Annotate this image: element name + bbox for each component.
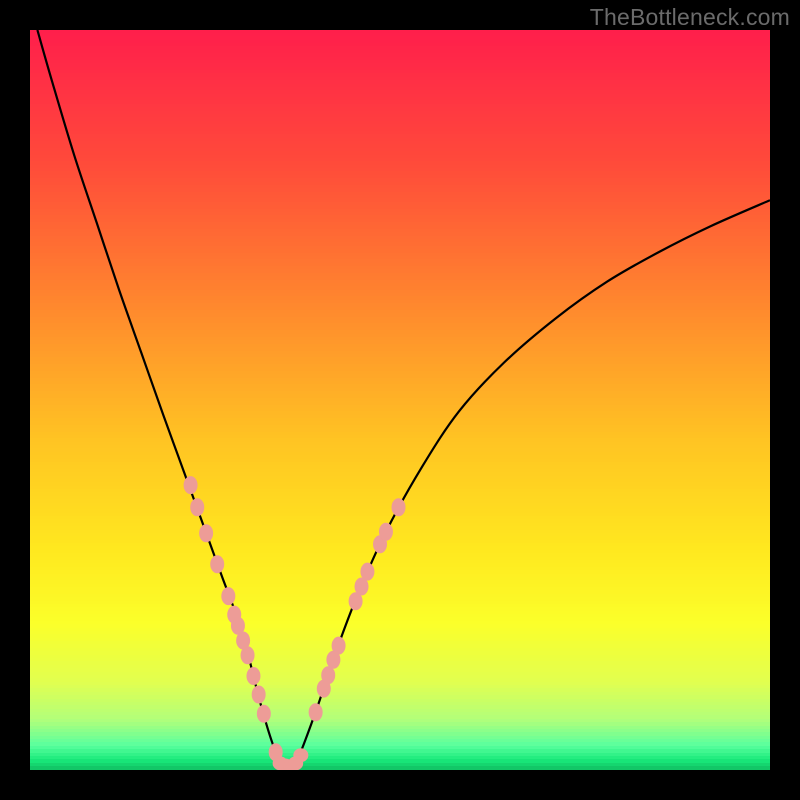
data-marker bbox=[293, 748, 308, 762]
data-marker bbox=[392, 498, 406, 516]
data-marker bbox=[332, 637, 346, 655]
watermark-text: TheBottleneck.com bbox=[590, 4, 790, 31]
data-marker bbox=[241, 646, 255, 664]
data-marker bbox=[360, 563, 374, 581]
data-marker bbox=[221, 587, 235, 605]
chart-frame: TheBottleneck.com bbox=[0, 0, 800, 800]
data-marker bbox=[257, 705, 271, 723]
data-marker bbox=[190, 498, 204, 516]
markers-left-branch bbox=[184, 476, 283, 761]
data-marker bbox=[210, 555, 224, 573]
data-marker bbox=[199, 524, 213, 542]
plot-area bbox=[30, 30, 770, 770]
markers-right-branch bbox=[309, 498, 406, 721]
data-marker bbox=[184, 476, 198, 494]
data-marker bbox=[246, 667, 260, 685]
data-marker bbox=[321, 666, 335, 684]
data-marker bbox=[379, 523, 393, 541]
data-marker bbox=[309, 703, 323, 721]
curve-layer bbox=[30, 30, 770, 770]
bottleneck-curve bbox=[37, 30, 770, 766]
data-marker bbox=[252, 686, 266, 704]
